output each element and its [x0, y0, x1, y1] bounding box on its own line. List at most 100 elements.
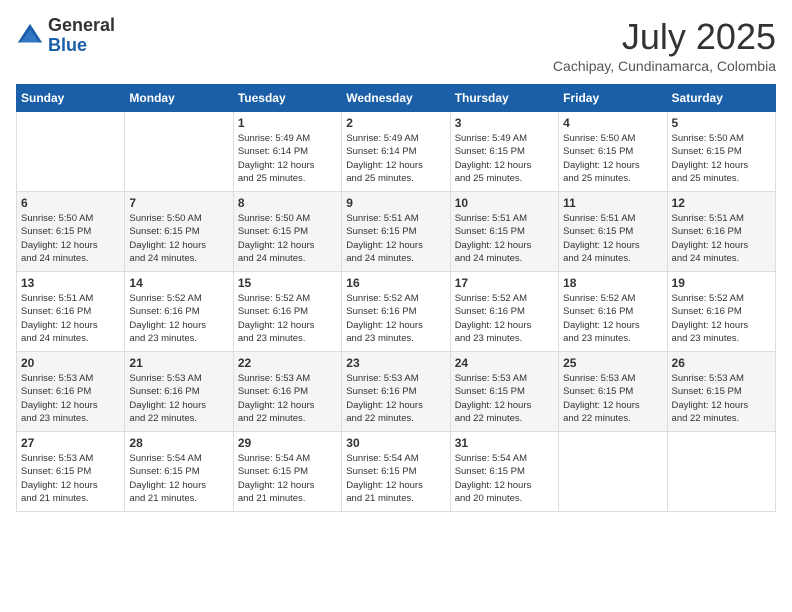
day-info: Sunrise: 5:53 AM Sunset: 6:16 PM Dayligh…: [238, 372, 337, 425]
day-info: Sunrise: 5:51 AM Sunset: 6:16 PM Dayligh…: [672, 212, 771, 265]
day-number: 22: [238, 356, 337, 370]
day-number: 20: [21, 356, 120, 370]
calendar-day-cell: 24Sunrise: 5:53 AM Sunset: 6:15 PM Dayli…: [450, 352, 558, 432]
calendar-day-cell: [667, 432, 775, 512]
calendar-day-cell: 3Sunrise: 5:49 AM Sunset: 6:15 PM Daylig…: [450, 112, 558, 192]
day-number: 30: [346, 436, 445, 450]
day-number: 14: [129, 276, 228, 290]
day-number: 24: [455, 356, 554, 370]
calendar-week-row: 6 Sunrise: 5:50 AM Sunset: 6:15 PM Daylig…: [17, 192, 776, 272]
calendar-day-cell: 13Sunrise: 5:51 AM Sunset: 6:16 PM Dayli…: [17, 272, 125, 352]
logo: General Blue: [16, 16, 115, 56]
day-info: Sunrise: 5:52 AM Sunset: 6:16 PM Dayligh…: [129, 292, 228, 345]
calendar-day-cell: 16 Sunrise: 5:52 AM Sunset: 6:16 PM Dayli…: [342, 272, 450, 352]
calendar-day-cell: 26Sunrise: 5:53 AM Sunset: 6:15 PM Dayli…: [667, 352, 775, 432]
day-info: Sunrise: 5:50 AM Sunset: 6:15 PM Dayligh…: [672, 132, 771, 185]
calendar-body: 1 Sunrise: 5:49 AM Sunset: 6:14 PM Daylig…: [17, 112, 776, 512]
day-info: Sunrise: 5:53 AM Sunset: 6:15 PM Dayligh…: [563, 372, 662, 425]
day-number: 23: [346, 356, 445, 370]
day-number: 19: [672, 276, 771, 290]
calendar-day-cell: 15 Sunrise: 5:52 AM Sunset: 6:16 PM Dayli…: [233, 272, 341, 352]
day-info: Sunrise: 5:53 AM Sunset: 6:16 PM Dayligh…: [21, 372, 120, 425]
day-number: 27: [21, 436, 120, 450]
day-info: Sunrise: 5:54 AM Sunset: 6:15 PM Dayligh…: [346, 452, 445, 505]
calendar-day-cell: 29 Sunrise: 5:54 AM Sunset: 6:15 PM Dayli…: [233, 432, 341, 512]
day-number: 15: [238, 276, 337, 290]
day-number: 16: [346, 276, 445, 290]
calendar-day-cell: 2 Sunrise: 5:49 AM Sunset: 6:14 PM Daylig…: [342, 112, 450, 192]
day-number: 4: [563, 116, 662, 130]
calendar-day-cell: 21 Sunrise: 5:53 AM Sunset: 6:16 PM Dayli…: [125, 352, 233, 432]
day-number: 9: [346, 196, 445, 210]
calendar-table: SundayMondayTuesdayWednesdayThursdayFrid…: [16, 84, 776, 512]
day-number: 1: [238, 116, 337, 130]
calendar-day-cell: 11 Sunrise: 5:51 AM Sunset: 6:15 PM Dayli…: [559, 192, 667, 272]
day-number: 5: [672, 116, 771, 130]
calendar-day-cell: 19Sunrise: 5:52 AM Sunset: 6:16 PM Dayli…: [667, 272, 775, 352]
logo-blue-text: Blue: [48, 36, 115, 56]
day-number: 26: [672, 356, 771, 370]
calendar-day-cell: 28 Sunrise: 5:54 AM Sunset: 6:15 PM Dayli…: [125, 432, 233, 512]
day-info: Sunrise: 5:49 AM Sunset: 6:14 PM Dayligh…: [346, 132, 445, 185]
calendar-week-row: 1 Sunrise: 5:49 AM Sunset: 6:14 PM Daylig…: [17, 112, 776, 192]
calendar-day-cell: 25 Sunrise: 5:53 AM Sunset: 6:15 PM Dayli…: [559, 352, 667, 432]
day-number: 21: [129, 356, 228, 370]
day-info: Sunrise: 5:51 AM Sunset: 6:15 PM Dayligh…: [563, 212, 662, 265]
weekday-row: SundayMondayTuesdayWednesdayThursdayFrid…: [17, 85, 776, 112]
calendar-day-cell: 9 Sunrise: 5:51 AM Sunset: 6:15 PM Daylig…: [342, 192, 450, 272]
day-number: 25: [563, 356, 662, 370]
calendar-day-cell: 7 Sunrise: 5:50 AM Sunset: 6:15 PM Daylig…: [125, 192, 233, 272]
day-number: 10: [455, 196, 554, 210]
day-info: Sunrise: 5:50 AM Sunset: 6:15 PM Dayligh…: [21, 212, 120, 265]
calendar-day-cell: 10 Sunrise: 5:51 AM Sunset: 6:15 PM Dayli…: [450, 192, 558, 272]
day-info: Sunrise: 5:54 AM Sunset: 6:15 PM Dayligh…: [238, 452, 337, 505]
day-number: 29: [238, 436, 337, 450]
calendar-day-cell: 22 Sunrise: 5:53 AM Sunset: 6:16 PM Dayli…: [233, 352, 341, 432]
calendar-header: SundayMondayTuesdayWednesdayThursdayFrid…: [17, 85, 776, 112]
day-number: 12: [672, 196, 771, 210]
calendar-week-row: 13Sunrise: 5:51 AM Sunset: 6:16 PM Dayli…: [17, 272, 776, 352]
day-info: Sunrise: 5:52 AM Sunset: 6:16 PM Dayligh…: [563, 292, 662, 345]
day-info: Sunrise: 5:53 AM Sunset: 6:15 PM Dayligh…: [21, 452, 120, 505]
month-title: July 2025: [553, 16, 776, 58]
day-info: Sunrise: 5:49 AM Sunset: 6:14 PM Dayligh…: [238, 132, 337, 185]
day-info: Sunrise: 5:51 AM Sunset: 6:16 PM Dayligh…: [21, 292, 120, 345]
title-block: July 2025 Cachipay, Cundinamarca, Colomb…: [553, 16, 776, 74]
day-info: Sunrise: 5:50 AM Sunset: 6:15 PM Dayligh…: [563, 132, 662, 185]
day-info: Sunrise: 5:50 AM Sunset: 6:15 PM Dayligh…: [129, 212, 228, 265]
day-number: 17: [455, 276, 554, 290]
day-info: Sunrise: 5:51 AM Sunset: 6:15 PM Dayligh…: [455, 212, 554, 265]
day-number: 7: [129, 196, 228, 210]
day-number: 28: [129, 436, 228, 450]
day-info: Sunrise: 5:53 AM Sunset: 6:16 PM Dayligh…: [346, 372, 445, 425]
location-text: Cachipay, Cundinamarca, Colombia: [553, 58, 776, 74]
calendar-day-cell: 20 Sunrise: 5:53 AM Sunset: 6:16 PM Dayli…: [17, 352, 125, 432]
calendar-day-cell: 12 Sunrise: 5:51 AM Sunset: 6:16 PM Dayli…: [667, 192, 775, 272]
calendar-day-cell: 17 Sunrise: 5:52 AM Sunset: 6:16 PM Dayli…: [450, 272, 558, 352]
day-info: Sunrise: 5:52 AM Sunset: 6:16 PM Dayligh…: [346, 292, 445, 345]
day-info: Sunrise: 5:50 AM Sunset: 6:15 PM Dayligh…: [238, 212, 337, 265]
calendar-day-cell: 18Sunrise: 5:52 AM Sunset: 6:16 PM Dayli…: [559, 272, 667, 352]
day-info: Sunrise: 5:53 AM Sunset: 6:16 PM Dayligh…: [129, 372, 228, 425]
page-header: General Blue July 2025 Cachipay, Cundina…: [16, 16, 776, 74]
day-info: Sunrise: 5:52 AM Sunset: 6:16 PM Dayligh…: [455, 292, 554, 345]
day-info: Sunrise: 5:52 AM Sunset: 6:16 PM Dayligh…: [238, 292, 337, 345]
weekday-header: Friday: [559, 85, 667, 112]
weekday-header: Thursday: [450, 85, 558, 112]
calendar-day-cell: 6 Sunrise: 5:50 AM Sunset: 6:15 PM Daylig…: [17, 192, 125, 272]
day-info: Sunrise: 5:54 AM Sunset: 6:15 PM Dayligh…: [129, 452, 228, 505]
calendar-day-cell: 23 Sunrise: 5:53 AM Sunset: 6:16 PM Dayli…: [342, 352, 450, 432]
calendar-week-row: 27 Sunrise: 5:53 AM Sunset: 6:15 PM Dayli…: [17, 432, 776, 512]
day-info: Sunrise: 5:51 AM Sunset: 6:15 PM Dayligh…: [346, 212, 445, 265]
calendar-day-cell: [17, 112, 125, 192]
day-number: 6: [21, 196, 120, 210]
calendar-day-cell: 31Sunrise: 5:54 AM Sunset: 6:15 PM Dayli…: [450, 432, 558, 512]
calendar-day-cell: 4 Sunrise: 5:50 AM Sunset: 6:15 PM Daylig…: [559, 112, 667, 192]
day-number: 2: [346, 116, 445, 130]
day-number: 31: [455, 436, 554, 450]
calendar-day-cell: 1 Sunrise: 5:49 AM Sunset: 6:14 PM Daylig…: [233, 112, 341, 192]
day-number: 11: [563, 196, 662, 210]
weekday-header: Tuesday: [233, 85, 341, 112]
calendar-week-row: 20 Sunrise: 5:53 AM Sunset: 6:16 PM Dayli…: [17, 352, 776, 432]
calendar-day-cell: 5 Sunrise: 5:50 AM Sunset: 6:15 PM Daylig…: [667, 112, 775, 192]
